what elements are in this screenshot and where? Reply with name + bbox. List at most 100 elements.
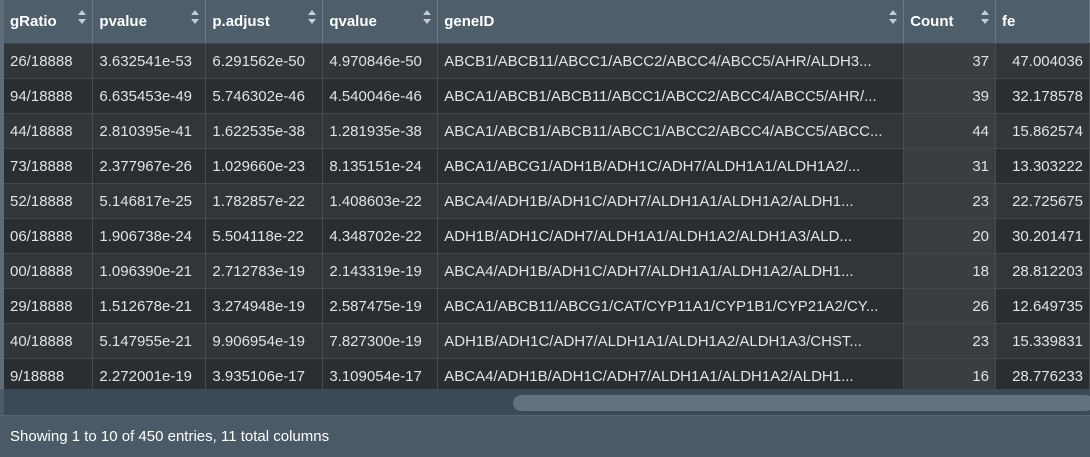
- table-cell: 3.109054e-17: [322, 358, 439, 389]
- table-cell: 3.632541e-53: [92, 43, 207, 79]
- table-row[interactable]: 26/18888 3.632541e-53 6.291562e-50 4.970846…: [4, 43, 1090, 79]
- table-row[interactable]: 73/18888 2.377967e-26 1.029660e-23 8.135151…: [4, 148, 1090, 184]
- table-cell: 2.377967e-26: [92, 148, 207, 184]
- data-viewer: gRatio pvalue p.adjust qvalue geneID Count fe …: [0, 0, 1090, 457]
- table-cell: 73/18888: [4, 148, 94, 184]
- table-cell: 1.281935e-38: [322, 113, 439, 149]
- table-cell: 1.029660e-23: [205, 148, 324, 184]
- table-cell: ADH1B/ADH1C/ADH7/ALDH1A1/ALDH1A2/ALDH1A3…: [437, 323, 905, 359]
- table-cell: 3.935106e-17: [205, 358, 324, 389]
- table-cell: ABCA4/ADH1B/ADH1C/ADH7/ALDH1A1/ALDH1A2/A…: [437, 358, 905, 389]
- table-row[interactable]: 06/18888 1.906738e-24 5.504118e-22 4.348702…: [4, 218, 1090, 254]
- table-cell: 47.004036: [995, 43, 1090, 79]
- column-header-label: Count: [910, 13, 954, 30]
- column-header-count[interactable]: Count: [903, 0, 996, 44]
- table-cell: 00/18888: [4, 253, 94, 289]
- column-header-fe[interactable]: fe: [995, 0, 1090, 44]
- column-header-p-adjust[interactable]: p.adjust: [205, 0, 324, 44]
- table-row[interactable]: 9/18888 2.272001e-19 3.935106e-17 3.109054e…: [4, 358, 1090, 389]
- table-cell: 5.504118e-22: [205, 218, 324, 254]
- header-row: gRatio pvalue p.adjust qvalue geneID Count fe: [4, 0, 1090, 44]
- table-cell: 7.827300e-19: [322, 323, 439, 359]
- table-cell: ABCA1/ABCG1/ADH1B/ADH1C/ADH7/ALDH1A1/ALD…: [437, 148, 905, 184]
- sort-icon[interactable]: [308, 9, 317, 25]
- data-table: gRatio pvalue p.adjust qvalue geneID Count fe …: [4, 0, 1090, 389]
- table-footer: Showing 1 to 10 of 450 entries, 11 total…: [0, 415, 1090, 457]
- table-cell: 4.348702e-22: [322, 218, 439, 254]
- table-cell: 1.622535e-38: [205, 113, 324, 149]
- table-cell: 2.272001e-19: [92, 358, 207, 389]
- table-cell: 23: [903, 323, 996, 359]
- data-grid: gRatio pvalue p.adjust qvalue geneID Count fe …: [0, 0, 1090, 389]
- table-cell: 1.408603e-22: [322, 183, 439, 219]
- table-cell: 2.810395e-41: [92, 113, 207, 149]
- table-cell: ABCA1/ABCB1/ABCB11/ABCC1/ABCC2/ABCC4/ABC…: [437, 113, 905, 149]
- table-cell: 28.776233: [995, 358, 1090, 389]
- table-cell: 26: [903, 288, 996, 324]
- table-row[interactable]: 00/18888 1.096390e-21 2.712783e-19 2.143319…: [4, 253, 1090, 289]
- table-cell: 4.970846e-50: [322, 43, 439, 79]
- table-cell: ABCA1/ABCB1/ABCB11/ABCC1/ABCC2/ABCC4/ABC…: [437, 78, 905, 114]
- column-header-label: pvalue: [99, 13, 147, 30]
- table-cell: 1.512678e-21: [92, 288, 207, 324]
- table-cell: 12.649735: [995, 288, 1090, 324]
- table-cell: 30.201471: [995, 218, 1090, 254]
- table-cell: 20: [903, 218, 996, 254]
- scrollbar-track[interactable]: [8, 395, 1090, 411]
- table-cell: ABCA1/ABCB11/ABCG1/CAT/CYP11A1/CYP1B1/CY…: [437, 288, 905, 324]
- column-header-qvalue[interactable]: qvalue: [322, 0, 439, 44]
- table-cell: 44/18888: [4, 113, 94, 149]
- column-header-geneid[interactable]: geneID: [437, 0, 905, 44]
- table-cell: 6.291562e-50: [205, 43, 324, 79]
- table-cell: 40/18888: [4, 323, 94, 359]
- column-header-label: p.adjust: [212, 13, 270, 30]
- table-cell: ADH1B/ADH1C/ADH7/ALDH1A1/ALDH1A2/ALDH1A3…: [437, 218, 905, 254]
- table-cell: 31: [903, 148, 996, 184]
- sort-icon[interactable]: [423, 9, 432, 25]
- scrollbar-thumb[interactable]: [513, 395, 1090, 411]
- table-cell: 4.540046e-46: [322, 78, 439, 114]
- table-row[interactable]: 40/18888 5.147955e-21 9.906954e-19 7.827300…: [4, 323, 1090, 359]
- table-cell: 15.862574: [995, 113, 1090, 149]
- table-row[interactable]: 29/18888 1.512678e-21 3.274948e-19 2.587475…: [4, 288, 1090, 324]
- table-cell: 3.274948e-19: [205, 288, 324, 324]
- table-body: 26/18888 3.632541e-53 6.291562e-50 4.970846…: [4, 43, 1090, 389]
- sort-icon[interactable]: [78, 9, 87, 25]
- table-cell: 2.143319e-19: [322, 253, 439, 289]
- table-row[interactable]: 44/18888 2.810395e-41 1.622535e-38 1.281935…: [4, 113, 1090, 149]
- table-cell: 28.812203: [995, 253, 1090, 289]
- table-cell: 13.303222: [995, 148, 1090, 184]
- table-row[interactable]: 94/18888 6.635453e-49 5.746302e-46 4.540046…: [4, 78, 1090, 114]
- table-cell: 22.725675: [995, 183, 1090, 219]
- table-cell: ABCB1/ABCB11/ABCC1/ABCC2/ABCC4/ABCC5/AHR…: [437, 43, 905, 79]
- entries-info: Showing 1 to 10 of 450 entries, 11 total…: [10, 428, 330, 445]
- table-cell: ABCA4/ADH1B/ADH1C/ADH7/ALDH1A1/ALDH1A2/A…: [437, 183, 905, 219]
- table-cell: 39: [903, 78, 996, 114]
- sort-icon[interactable]: [981, 9, 989, 25]
- sort-icon[interactable]: [889, 9, 898, 25]
- table-cell: 26/18888: [4, 43, 94, 79]
- sort-icon[interactable]: [191, 9, 200, 25]
- horizontal-scrollbar[interactable]: [4, 389, 1090, 415]
- table-cell: 8.135151e-24: [322, 148, 439, 184]
- table-cell: 9.906954e-19: [205, 323, 324, 359]
- table-cell: 37: [903, 43, 996, 79]
- table-cell: 06/18888: [4, 218, 94, 254]
- table-cell: 9/18888: [4, 358, 94, 389]
- table-cell: 5.746302e-46: [205, 78, 324, 114]
- table-cell: 16: [903, 358, 996, 389]
- table-cell: 2.712783e-19: [205, 253, 324, 289]
- table-cell: 6.635453e-49: [92, 78, 207, 114]
- table-cell: 29/18888: [4, 288, 94, 324]
- table-cell: 1.782857e-22: [205, 183, 324, 219]
- table-cell: 32.178578: [995, 78, 1090, 114]
- table-cell: 15.339831: [995, 323, 1090, 359]
- column-header-pvalue[interactable]: pvalue: [92, 0, 207, 44]
- table-cell: 52/18888: [4, 183, 94, 219]
- table-cell: 18: [903, 253, 996, 289]
- column-header-gratio[interactable]: gRatio: [4, 0, 94, 44]
- table-row[interactable]: 52/18888 5.146817e-25 1.782857e-22 1.408603…: [4, 183, 1090, 219]
- table-cell: 94/18888: [4, 78, 94, 114]
- table-cell: 5.146817e-25: [92, 183, 207, 219]
- column-header-label: gRatio: [10, 13, 57, 30]
